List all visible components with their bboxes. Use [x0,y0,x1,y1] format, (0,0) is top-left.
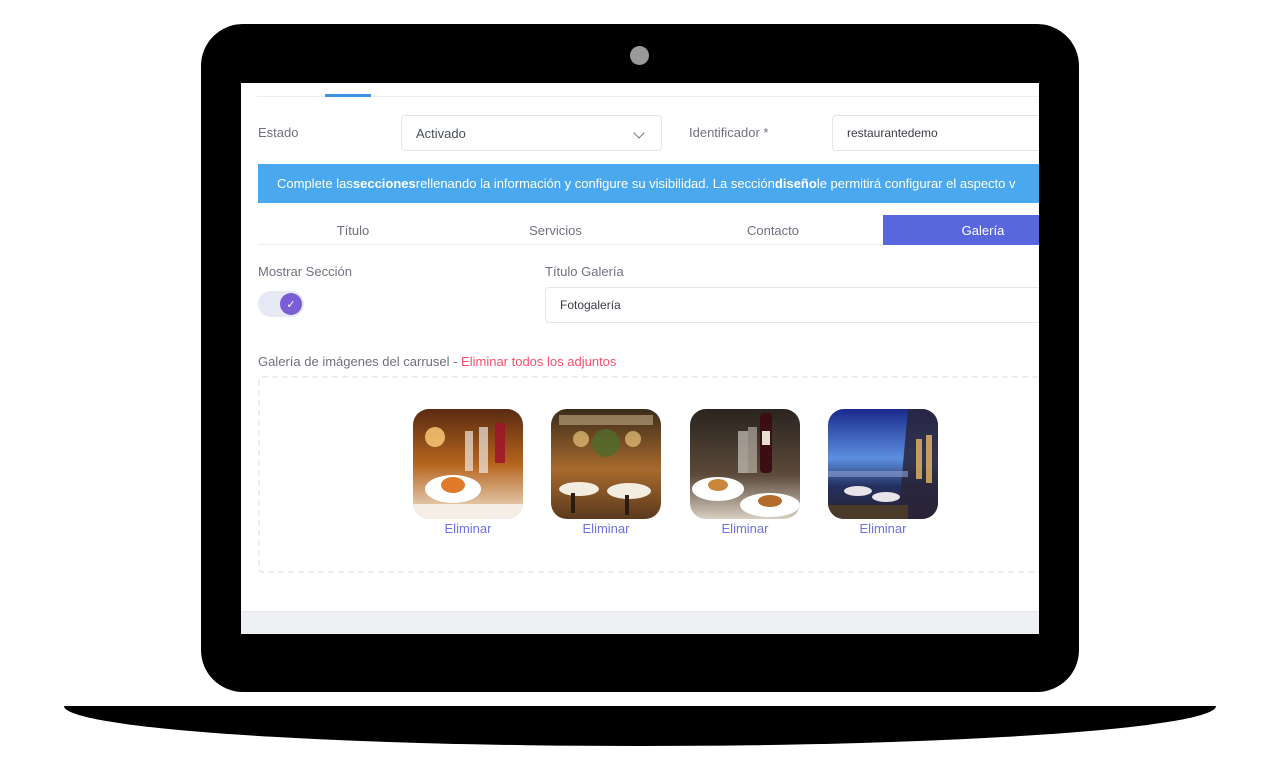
section-tabs: Título Servicios Contacto Galería [258,215,1039,245]
gallery-title-input[interactable]: Fotogalería [545,287,1039,323]
identificador-input[interactable]: restaurantedemo [832,115,1039,151]
delete-all-link[interactable]: Eliminar todos los adjuntos [461,354,616,369]
tab-contacto[interactable]: Contacto [663,215,883,245]
check-icon: ✓ [280,293,302,315]
banner-bold-design: diseño [774,176,817,191]
screen-footer [241,611,1039,634]
gallery-image-1 [413,409,523,519]
gallery-image-4 [828,409,938,519]
remove-image-1-link[interactable]: Eliminar [413,521,523,536]
gallery-label-text: Galería de imágenes del carrusel - [258,354,462,369]
top-tab-indicator [325,94,371,97]
tab-galeria[interactable]: Galería [883,215,1039,245]
estado-value: Activado [416,125,466,141]
banner-text: rellenando la información y configure su… [415,176,775,191]
identificador-label: Identificador * [689,125,769,140]
gallery-label: Galería de imágenes del carrusel - Elimi… [258,354,616,369]
remove-image-2-link[interactable]: Eliminar [551,521,661,536]
top-divider [257,96,1039,97]
app-screen: Estado Activado Identificador * restaura… [241,83,1039,634]
info-banner: Complete las secciones rellenando la inf… [258,164,1039,203]
gallery-image-3 [690,409,800,519]
laptop-base [64,706,1216,746]
tab-servicios[interactable]: Servicios [448,215,663,245]
show-section-label: Mostrar Sección [258,264,352,279]
banner-text: le permitirá configurar el aspecto v [816,176,1016,191]
identificador-value: restaurantedemo [847,126,938,140]
show-section-toggle[interactable]: ✓ [258,291,304,317]
gallery-image-2 [551,409,661,519]
chevron-down-icon [633,127,645,139]
gallery-title-label: Título Galería [545,264,624,279]
remove-image-3-link[interactable]: Eliminar [690,521,800,536]
toggle-knob: ✓ [278,291,304,317]
webcam-icon [630,46,649,65]
tab-titulo[interactable]: Título [258,215,448,245]
banner-text: Complete las [277,176,353,191]
estado-select[interactable]: Activado [401,115,662,151]
remove-image-4-link[interactable]: Eliminar [828,521,938,536]
gallery-title-value: Fotogalería [560,298,621,312]
estado-label: Estado [258,125,299,140]
banner-bold-sections: secciones [352,176,416,191]
